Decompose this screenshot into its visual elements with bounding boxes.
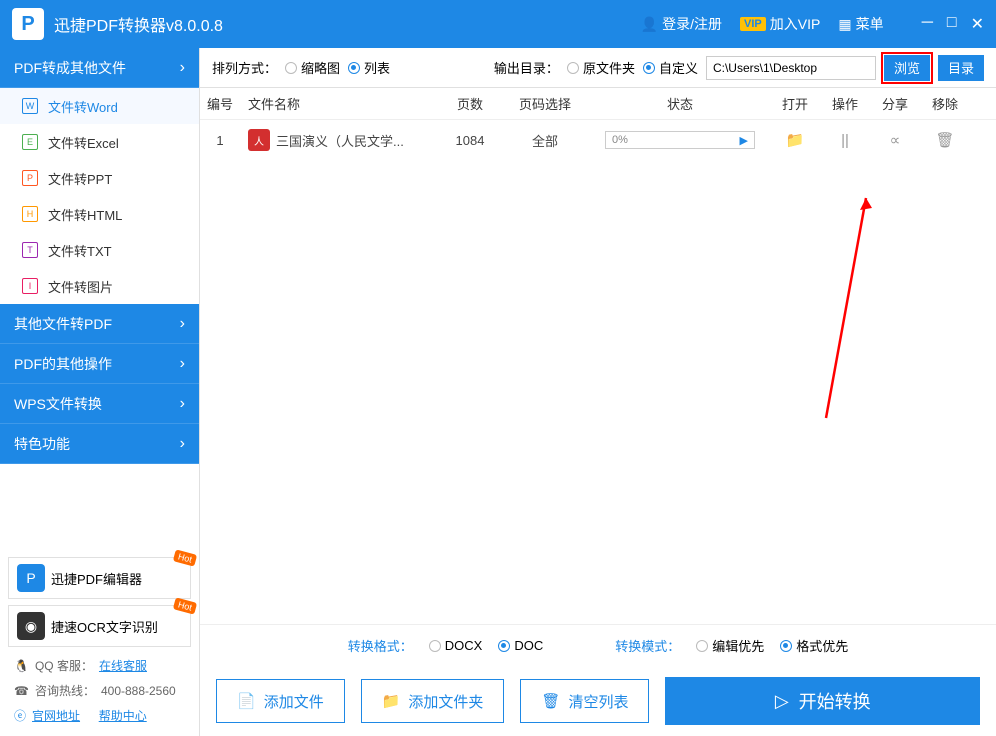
- open-folder-icon[interactable]: 📁: [786, 132, 805, 149]
- table-row[interactable]: 1 人三国演义（人民文学... 1084 全部 0%▶ 📁 || ∝ 🗑: [200, 120, 996, 160]
- browse-button[interactable]: 浏览: [884, 55, 930, 81]
- sidebar-cat-special[interactable]: 特色功能›: [0, 424, 199, 464]
- format-label: 转换格式：: [348, 636, 413, 655]
- col-num: 编号: [200, 94, 240, 113]
- vip-icon: VIP: [740, 17, 766, 31]
- app-title: 迅捷PDF转换器v8.0.0.8: [54, 12, 641, 36]
- titlebar: P 迅捷PDF转换器v8.0.0.8 👤登录/注册 VIP加入VIP ▦菜单 ─…: [0, 0, 996, 48]
- globe-icon: ⓔ: [14, 707, 26, 724]
- col-name: 文件名称: [240, 94, 440, 113]
- sidebar-item-to-image[interactable]: I文件转图片: [0, 268, 199, 304]
- mode-edit-radio[interactable]: 编辑优先: [696, 636, 764, 655]
- hot-badge: Hot: [173, 597, 197, 614]
- col-pages: 页数: [440, 94, 500, 113]
- sort-list-radio[interactable]: 列表: [348, 58, 390, 77]
- menu-button[interactable]: ▦菜单: [838, 14, 883, 34]
- out-custom-radio[interactable]: 自定义: [643, 58, 698, 77]
- format-doc-radio[interactable]: DOC: [498, 638, 543, 653]
- chevron-right-icon: ›: [180, 435, 185, 453]
- vip-button[interactable]: VIP加入VIP: [740, 14, 820, 34]
- maximize-button[interactable]: □: [947, 14, 957, 34]
- ppt-icon: P: [22, 170, 38, 186]
- progress-bar[interactable]: 0%▶: [605, 131, 755, 149]
- chevron-right-icon: ›: [180, 355, 185, 373]
- chevron-right-icon: ›: [180, 59, 185, 77]
- sort-thumb-radio[interactable]: 缩略图: [285, 58, 340, 77]
- excel-icon: E: [22, 134, 38, 150]
- sort-label: 排列方式：: [212, 58, 277, 77]
- start-convert-button[interactable]: ▷开始转换: [665, 677, 980, 725]
- trash-icon: 🗑: [541, 692, 560, 710]
- chevron-right-icon: ›: [180, 395, 185, 413]
- image-icon: I: [22, 278, 38, 294]
- hot-badge: Hot: [173, 549, 197, 566]
- minimize-button[interactable]: ─: [922, 14, 933, 34]
- col-status: 状态: [590, 94, 770, 113]
- add-file-button[interactable]: 📄添加文件: [216, 679, 345, 723]
- word-icon: W: [22, 98, 38, 114]
- sidebar-cat-wps[interactable]: WPS文件转换›: [0, 384, 199, 424]
- sidebar-item-to-excel[interactable]: E文件转Excel: [0, 124, 199, 160]
- qq-icon: 🐧: [14, 659, 29, 673]
- phone-icon: ☎: [14, 684, 29, 698]
- grid-icon: ▦: [838, 16, 851, 33]
- user-icon: 👤: [641, 16, 658, 33]
- format-bar: 转换格式： DOCX DOC 转换模式： 编辑优先 格式优先: [200, 624, 996, 666]
- toolbar: 排列方式： 缩略图 列表 输出目录： 原文件夹 自定义 浏览 目录: [200, 48, 996, 88]
- play-circle-icon: ▷: [775, 691, 789, 712]
- col-sel: 页码选择: [500, 94, 590, 113]
- app-logo: P: [12, 8, 44, 40]
- col-del: 移除: [920, 94, 970, 113]
- sidebar-item-to-word[interactable]: W文件转Word: [0, 88, 199, 124]
- play-icon: ▶: [740, 134, 748, 147]
- chevron-right-icon: ›: [180, 315, 185, 333]
- sidebar-cat-pdf-ops[interactable]: PDF的其他操作›: [0, 344, 199, 384]
- catalog-button[interactable]: 目录: [938, 55, 984, 81]
- file-add-icon: 📄: [237, 692, 256, 710]
- promo-ocr[interactable]: ◉ 捷速OCR文字识别 Hot: [8, 605, 191, 647]
- row-num: 1: [200, 133, 240, 148]
- qq-contact: 🐧QQ 客服：在线客服: [8, 653, 191, 678]
- mode-label: 转换模式：: [615, 636, 680, 655]
- row-pages: 1084: [440, 133, 500, 148]
- main-panel: 排列方式： 缩略图 列表 输出目录： 原文件夹 自定义 浏览 目录 编号 文件名…: [200, 48, 996, 736]
- close-button[interactable]: ✕: [971, 14, 984, 34]
- mode-layout-radio[interactable]: 格式优先: [780, 636, 848, 655]
- output-path-input[interactable]: [706, 56, 876, 80]
- login-button[interactable]: 👤登录/注册: [641, 14, 722, 34]
- pdf-icon: 人: [248, 129, 270, 151]
- page-select[interactable]: 全部: [500, 131, 590, 150]
- col-share: 分享: [870, 94, 920, 113]
- site-link[interactable]: 官网地址: [32, 707, 80, 724]
- sidebar-item-to-txt[interactable]: T文件转TXT: [0, 232, 199, 268]
- add-folder-button[interactable]: 📁添加文件夹: [361, 679, 505, 723]
- share-icon[interactable]: ∝: [890, 132, 901, 149]
- pause-icon[interactable]: ||: [841, 132, 849, 149]
- file-name: 三国演义（人民文学...: [276, 131, 404, 150]
- folder-add-icon: 📁: [382, 692, 401, 710]
- clear-button[interactable]: 🗑清空列表: [520, 679, 649, 723]
- trash-icon[interactable]: 🗑: [935, 132, 954, 149]
- out-orig-radio[interactable]: 原文件夹: [567, 58, 635, 77]
- html-icon: H: [22, 206, 38, 222]
- qq-link[interactable]: 在线客服: [99, 657, 147, 674]
- pdf-editor-icon: P: [17, 564, 45, 592]
- sidebar-item-to-html[interactable]: H文件转HTML: [0, 196, 199, 232]
- sidebar-item-to-ppt[interactable]: P文件转PPT: [0, 160, 199, 196]
- bottom-actions: 📄添加文件 📁添加文件夹 🗑清空列表 ▷开始转换: [200, 666, 996, 736]
- format-docx-radio[interactable]: DOCX: [429, 638, 483, 653]
- help-link[interactable]: 帮助中心: [99, 707, 147, 724]
- tel-contact: ☎咨询热线：400-888-2560: [8, 678, 191, 703]
- col-op: 操作: [820, 94, 870, 113]
- sidebar-cat-pdf-to-other[interactable]: PDF转成其他文件›: [0, 48, 199, 88]
- table-header: 编号 文件名称 页数 页码选择 状态 打开 操作 分享 移除: [200, 88, 996, 120]
- ocr-icon: ◉: [17, 612, 45, 640]
- col-open: 打开: [770, 94, 820, 113]
- sidebar: PDF转成其他文件› W文件转Word E文件转Excel P文件转PPT H文…: [0, 48, 200, 736]
- promo-pdf-editor[interactable]: P 迅捷PDF编辑器 Hot: [8, 557, 191, 599]
- output-label: 输出目录：: [494, 58, 559, 77]
- sidebar-cat-other-to-pdf[interactable]: 其他文件转PDF›: [0, 304, 199, 344]
- txt-icon: T: [22, 242, 38, 258]
